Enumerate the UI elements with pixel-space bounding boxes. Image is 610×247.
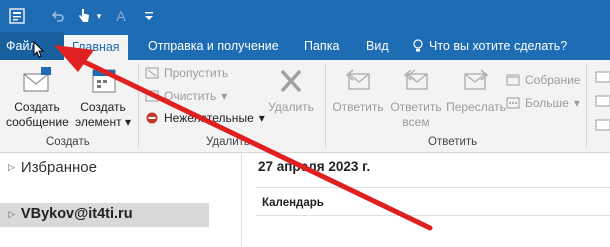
divider: [256, 187, 610, 188]
new-email-button[interactable]: Создать сообщение: [6, 66, 69, 130]
reply-all-label-2: всем: [402, 115, 430, 129]
tab-home[interactable]: Главная: [64, 35, 128, 60]
more-icon: [506, 97, 520, 109]
ignore-button[interactable]: Пропустить: [145, 66, 228, 80]
tell-me-box[interactable]: Что вы хотите сделать?: [404, 32, 575, 60]
delete-label: Удалить: [268, 100, 314, 114]
group-delete-label: Удалить: [206, 136, 250, 148]
junk-icon: [146, 112, 158, 124]
new-email-icon: [23, 67, 51, 92]
forward-label: Переслать: [446, 100, 506, 114]
chevron-down-icon[interactable]: ▾: [94, 6, 104, 26]
ribbon-separator: [138, 64, 139, 148]
main-pane: 27 апреля 2023 г. Календарь: [241, 153, 610, 247]
new-item-label-1: Создать: [80, 100, 126, 114]
reply-all-icon: [403, 69, 428, 90]
meeting-button[interactable]: Собрание: [506, 73, 581, 87]
expand-arrow-icon: ▷: [8, 208, 15, 219]
favorites-section[interactable]: ▷ Избранное: [8, 159, 97, 176]
ribbon: Создать сообщение Создать элемент ▾ Созд…: [0, 60, 610, 153]
clean-up-label: Очистить: [164, 89, 217, 103]
lightbulb-icon: [413, 39, 423, 52]
touch-mode-icon[interactable]: [74, 6, 94, 26]
new-email-label-1: Создать: [14, 100, 60, 114]
clean-up-icon: [145, 90, 159, 102]
title-bar: ▾ A: [0, 0, 610, 32]
group-new-label: Создать: [46, 136, 90, 148]
clean-up-button[interactable]: Очистить ▾: [145, 89, 227, 103]
ignore-label: Пропустить: [164, 66, 229, 80]
favorites-label: Избранное: [20, 159, 97, 176]
reply-label: Ответить: [332, 100, 384, 114]
tell-me-label: Что вы хотите сделать?: [429, 39, 568, 53]
font-icon[interactable]: A: [113, 6, 129, 26]
meeting-label: Собрание: [525, 73, 581, 87]
delete-icon: [280, 69, 302, 93]
more-label: Больше: [525, 96, 569, 110]
expand-arrow-icon: ▷: [8, 162, 15, 172]
reply-all-button[interactable]: Ответить всем: [388, 66, 444, 130]
new-email-label-2: сообщение: [6, 115, 69, 129]
new-item-label-2: элемент ▾: [75, 115, 131, 129]
reply-icon: [345, 69, 370, 90]
navigation-pane: ▷ Избранное ▷ VBykov@it4ti.ru: [0, 153, 230, 247]
ribbon-separator: [586, 64, 587, 148]
junk-label: Нежелательные: [164, 111, 254, 125]
meeting-icon: [506, 74, 520, 86]
account-label: VBykov@it4ti.ru: [20, 206, 133, 222]
quick-steps-icon: [595, 71, 610, 131]
mouse-cursor-icon: [33, 41, 45, 58]
group-respond-label: Ответить: [428, 136, 478, 148]
calendar-label: Календарь: [262, 197, 324, 209]
account-row[interactable]: ▷ VBykov@it4ti.ru: [0, 203, 209, 227]
new-item-icon: [92, 69, 116, 93]
ribbon-separator: [325, 64, 326, 148]
customize-qat-icon[interactable]: [142, 6, 156, 26]
divider: [256, 215, 610, 216]
tab-folder[interactable]: Папка: [296, 32, 347, 60]
forward-button[interactable]: Переслать: [446, 66, 506, 115]
reply-button[interactable]: Ответить: [330, 66, 386, 115]
ignore-icon: [145, 67, 159, 79]
new-item-button[interactable]: Создать элемент ▾: [72, 66, 134, 130]
send-receive-icon[interactable]: [6, 6, 28, 26]
quick-steps-gallery[interactable]: [594, 68, 610, 136]
tab-send-receive[interactable]: Отправка и получение: [140, 32, 287, 60]
more-button[interactable]: Больше ▾: [506, 96, 580, 110]
forward-icon: [464, 69, 489, 90]
junk-button[interactable]: Нежелательные ▾: [145, 111, 265, 125]
tab-file[interactable]: Файл: [0, 32, 64, 60]
ribbon-tabs: Файл Главная Отправка и получение Папка …: [0, 32, 610, 60]
undo-icon[interactable]: [48, 6, 68, 26]
delete-button[interactable]: Удалить: [262, 66, 320, 115]
tab-view[interactable]: Вид: [358, 32, 397, 60]
reply-all-label-1: Ответить: [390, 100, 442, 114]
date-heading: 27 апреля 2023 г.: [258, 159, 371, 174]
